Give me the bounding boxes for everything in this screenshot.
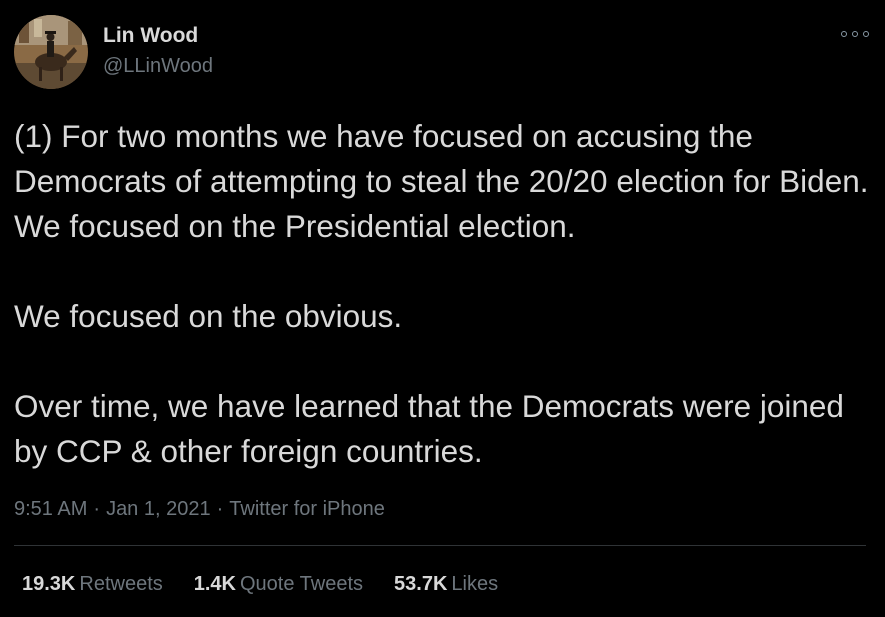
meta-separator: · [93, 498, 101, 520]
tweet-metadata: 9:51 AM · Jan 1, 2021 · Twitter for iPhone [14, 495, 385, 523]
more-dot [863, 31, 869, 37]
tweet-paragraph: (1) For two months we have focused on ac… [14, 118, 869, 244]
tweet-date[interactable]: Jan 1, 2021 [106, 498, 211, 520]
likes-label: Likes [451, 573, 499, 595]
tweet-text: (1) For two months we have focused on ac… [14, 114, 874, 474]
retweets-label: Retweets [79, 573, 163, 595]
author-name[interactable]: Lin Wood [103, 23, 198, 49]
more-dot [841, 31, 847, 37]
author-handle[interactable]: @LLinWood [103, 53, 213, 79]
retweets-stat[interactable]: 19.3K Retweets [22, 570, 163, 598]
meta-separator: · [216, 498, 224, 520]
tweet-paragraph: Over time, we have learned that the Demo… [14, 388, 844, 469]
tweet-paragraph: We focused on the obvious. [14, 298, 403, 334]
likes-stat[interactable]: 53.7K Likes [394, 570, 498, 598]
more-dot [852, 31, 858, 37]
retweets-count: 19.3K [22, 573, 76, 595]
tweet-card: Lin Wood @LLinWood (1) For two months we… [0, 0, 885, 617]
likes-count: 53.7K [394, 573, 448, 595]
quote-tweets-label: Quote Tweets [240, 573, 364, 595]
engagement-stats: 19.3K Retweets 1.4K Quote Tweets 53.7K Like… [22, 570, 498, 598]
quote-tweets-stat[interactable]: 1.4K Quote Tweets [194, 570, 363, 598]
quote-tweets-count: 1.4K [193, 573, 236, 595]
avatar[interactable] [14, 15, 88, 89]
tweet-time[interactable]: 9:51 AM [14, 498, 87, 520]
divider [14, 545, 866, 546]
tweet-source[interactable]: Twitter for iPhone [229, 498, 385, 520]
avatar-image [14, 15, 88, 89]
more-options-icon[interactable] [841, 26, 869, 42]
